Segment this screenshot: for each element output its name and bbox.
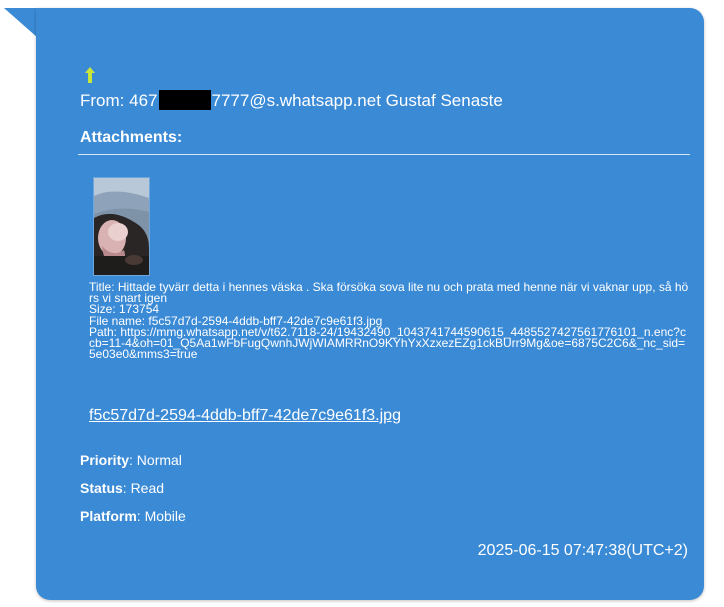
from-number-suffix: 7777@s.whatsapp.net Gustaf Senaste <box>211 91 503 110</box>
message-timestamp: 2025-06-15 07:47:38(UTC+2) <box>477 542 688 559</box>
attachment-path: Path: https://mmg.whatsapp.net/v/t62.711… <box>89 324 686 362</box>
attachment-thumbnail[interactable] <box>93 177 150 276</box>
redaction-block <box>158 90 211 110</box>
platform-value: : Mobile <box>136 508 186 524</box>
attachment-link[interactable]: f5c57d7d-2594-4ddb-bff7-42de7c9e61f3.jpg <box>89 407 401 425</box>
from-line: From: 467 7777@s.whatsapp.net Gustaf Sena… <box>80 90 503 111</box>
attachment-image <box>94 178 149 275</box>
priority-field: Priority: Normal <box>80 452 182 468</box>
attachments-heading: Attachments: <box>80 129 183 146</box>
from-label: From: <box>80 91 125 110</box>
chat-message-view: From: 467 7777@s.whatsapp.net Gustaf Sena… <box>0 0 724 607</box>
priority-label: Priority <box>80 452 130 468</box>
status-label: Status <box>80 480 123 496</box>
attachments-divider <box>78 154 690 155</box>
platform-label: Platform <box>80 508 137 524</box>
status-field: Status: Read <box>80 480 164 496</box>
attachment-metadata: Title: Hittade tyvärr detta i hennes väs… <box>89 280 689 362</box>
status-value: : Read <box>122 480 165 496</box>
bubble-tail <box>4 8 38 38</box>
attachment-title: Title: Hittade tyvärr detta i hennes väs… <box>89 280 689 306</box>
priority-value: : Normal <box>129 452 182 468</box>
up-arrow-icon <box>85 67 95 83</box>
from-number-prefix: 467 <box>129 91 158 110</box>
platform-field: Platform: Mobile <box>80 508 186 524</box>
